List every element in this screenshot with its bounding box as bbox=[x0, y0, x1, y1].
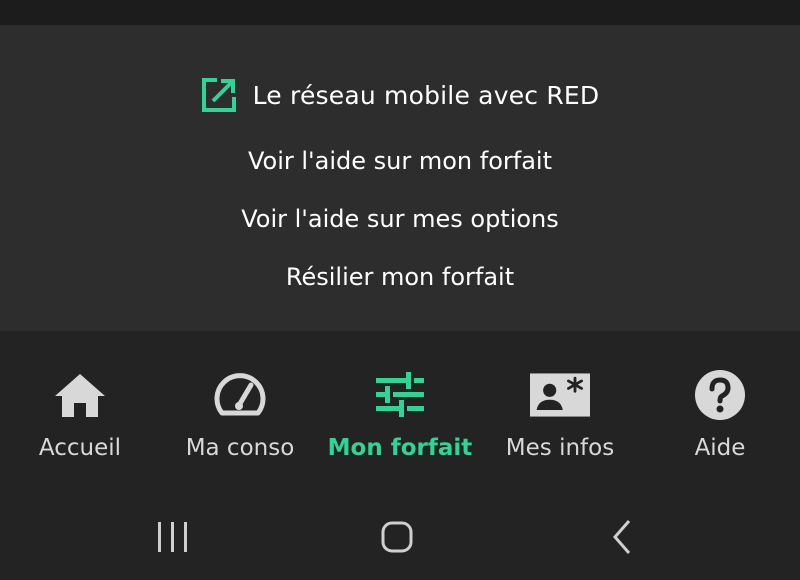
bottom-navigation: Accueil Ma conso Mon forfait Mes infos A… bbox=[0, 331, 800, 491]
home-button-icon[interactable] bbox=[367, 509, 427, 565]
recents-icon[interactable] bbox=[143, 509, 203, 565]
help-link-options[interactable]: Voir l'aide sur mes options bbox=[0, 202, 800, 236]
nav-label-mes-infos: Mes infos bbox=[505, 435, 615, 461]
nav-item-ma-conso[interactable]: Ma conso bbox=[160, 367, 320, 467]
nav-label-ma-conso: Ma conso bbox=[185, 435, 295, 461]
external-link-icon bbox=[201, 77, 237, 113]
nav-label-aide: Aide bbox=[694, 435, 746, 461]
nav-item-mon-forfait[interactable]: Mon forfait bbox=[320, 367, 480, 467]
external-link-red-network[interactable]: Le réseau mobile avec RED bbox=[0, 70, 800, 120]
system-navigation-bar bbox=[0, 491, 800, 580]
sliders-icon bbox=[370, 367, 430, 423]
help-link-forfait[interactable]: Voir l'aide sur mon forfait bbox=[0, 144, 800, 178]
external-link-label: Le réseau mobile avec RED bbox=[252, 80, 600, 110]
profile-card-icon bbox=[530, 367, 590, 423]
nav-item-mes-infos[interactable]: Mes infos bbox=[480, 367, 640, 467]
nav-item-aide[interactable]: Aide bbox=[640, 367, 800, 467]
top-strip bbox=[0, 0, 800, 25]
nav-label-mon-forfait: Mon forfait bbox=[327, 435, 473, 461]
speedometer-icon bbox=[210, 367, 270, 423]
back-icon[interactable] bbox=[592, 509, 652, 565]
nav-item-accueil[interactable]: Accueil bbox=[0, 367, 160, 467]
cancel-plan-link[interactable]: Résilier mon forfait bbox=[0, 260, 800, 294]
nav-label-accueil: Accueil bbox=[38, 435, 122, 461]
help-icon bbox=[690, 367, 750, 423]
home-icon bbox=[50, 367, 110, 423]
